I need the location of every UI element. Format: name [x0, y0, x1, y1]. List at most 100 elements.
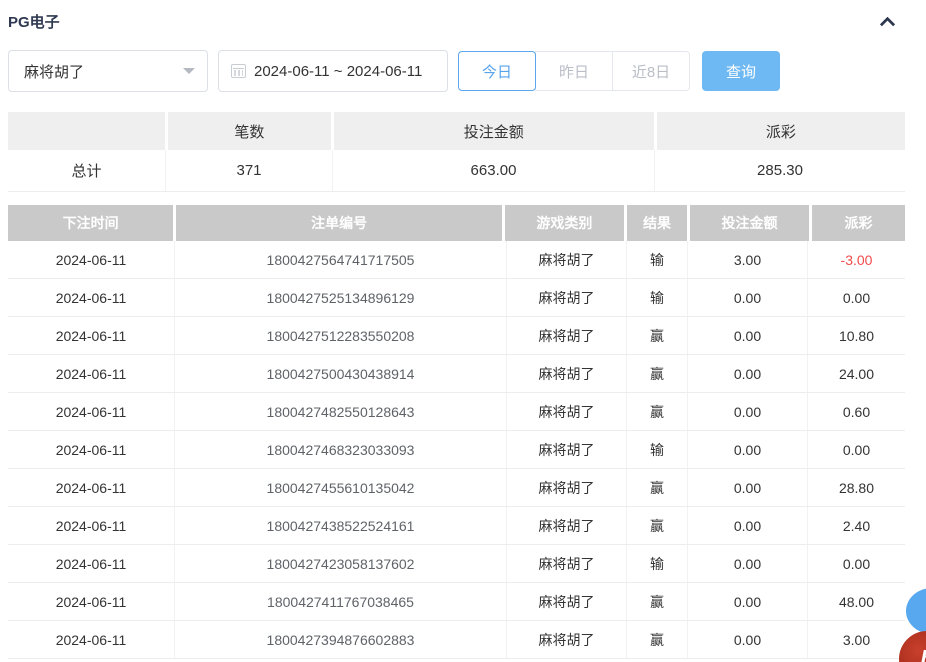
summary-header-count: 笔数: [168, 112, 331, 150]
cell-order-no: 1800427500430438914: [175, 355, 507, 392]
cell-order-no: 1800427525134896129: [175, 279, 507, 316]
col-header-game-type: 游戏类别: [505, 205, 624, 241]
cell-bet-amount: 0.00: [688, 469, 808, 506]
cell-bet-time: 2024-06-11: [8, 317, 175, 354]
cell-result: 输: [627, 431, 688, 468]
cell-result: 赢: [627, 621, 688, 658]
cell-result: 赢: [627, 393, 688, 430]
cell-game-type: 麻将胡了: [507, 545, 627, 582]
cell-game-type: 麻将胡了: [507, 621, 627, 658]
cell-order-no: 1800427468323033093: [175, 431, 507, 468]
cell-payout: 10.80: [808, 317, 905, 354]
cell-bet-time: 2024-06-11: [8, 507, 175, 544]
cell-bet-time: 2024-06-11: [8, 583, 175, 620]
cell-payout: 0.00: [808, 279, 905, 316]
cell-bet-amount: 0.00: [688, 431, 808, 468]
game-select[interactable]: 麻将胡了: [8, 50, 208, 92]
cell-result: 赢: [627, 355, 688, 392]
cell-game-type: 麻将胡了: [507, 431, 627, 468]
quick-range-group: 今日 昨日 近8日: [458, 51, 690, 91]
chevron-up-icon: [879, 16, 895, 32]
cell-bet-amount: 0.00: [688, 545, 808, 582]
records-header-row: 下注时间 注单编号 游戏类别 结果 投注金额 派彩: [8, 205, 905, 241]
cell-bet-amount: 0.00: [688, 583, 808, 620]
summary-header-blank: [8, 112, 165, 150]
calendar-icon: [231, 64, 246, 78]
cell-payout: 0.60: [808, 393, 905, 430]
cell-game-type: 麻将胡了: [507, 469, 627, 506]
cell-result: 输: [627, 279, 688, 316]
cell-order-no: 1800427423058137602: [175, 545, 507, 582]
filter-bar: 麻将胡了 2024-06-11 ~ 2024-06-11 今日 昨日 近8日 查…: [8, 50, 926, 92]
cell-bet-amount: 0.00: [688, 355, 808, 392]
cell-payout: 0.00: [808, 431, 905, 468]
col-header-bet-amount: 投注金额: [690, 205, 809, 241]
table-row: 2024-06-11 1800427564741717505 麻将胡了 输 3.…: [8, 241, 905, 279]
cell-bet-time: 2024-06-11: [8, 279, 175, 316]
cell-bet-time: 2024-06-11: [8, 469, 175, 506]
cell-bet-time: 2024-06-11: [8, 431, 175, 468]
col-header-result: 结果: [627, 205, 687, 241]
col-header-order-no: 注单编号: [176, 205, 502, 241]
cell-order-no: 1800427394876602883: [175, 621, 507, 658]
page-title: PG电子: [8, 11, 60, 32]
today-button[interactable]: 今日: [458, 51, 536, 91]
cell-bet-amount: 0.00: [688, 279, 808, 316]
table-row: 2024-06-11 1800427423058137602 麻将胡了 输 0.…: [8, 545, 905, 583]
cell-game-type: 麻将胡了: [507, 317, 627, 354]
cell-payout: 48.00: [808, 583, 905, 620]
cell-payout: 28.80: [808, 469, 905, 506]
cell-order-no: 1800427411767038465: [175, 583, 507, 620]
table-row: 2024-06-11 1800427411767038465 麻将胡了 赢 0.…: [8, 583, 905, 621]
cell-game-type: 麻将胡了: [507, 507, 627, 544]
cell-bet-time: 2024-06-11: [8, 355, 175, 392]
yesterday-button[interactable]: 昨日: [535, 51, 613, 91]
cell-game-type: 麻将胡了: [507, 241, 627, 278]
table-row: 2024-06-11 1800427500430438914 麻将胡了 赢 0.…: [8, 355, 905, 393]
summary-header-payout: 派彩: [657, 112, 905, 150]
cell-payout: 0.00: [808, 545, 905, 582]
table-row: 2024-06-11 1800427394876602883 麻将胡了 赢 0.…: [8, 621, 905, 659]
summary-total-row: 总计 371 663.00 285.30: [8, 150, 905, 192]
cell-bet-time: 2024-06-11: [8, 241, 175, 278]
pg-records-panel: PG电子 麻将胡了 2024-06-11 ~ 2024-06-11 今日 昨日 …: [0, 0, 926, 662]
date-range-value: 2024-06-11 ~ 2024-06-11: [254, 63, 422, 80]
cell-game-type: 麻将胡了: [507, 393, 627, 430]
records-table-body: 2024-06-11 1800427564741717505 麻将胡了 输 3.…: [8, 241, 905, 659]
collapse-panel-button[interactable]: [876, 12, 898, 30]
query-button[interactable]: 查询: [702, 51, 780, 91]
summary-header-bet-amount: 投注金额: [334, 112, 654, 150]
brand-logo-icon: b: [920, 646, 926, 662]
cell-order-no: 1800427438522524161: [175, 507, 507, 544]
cell-order-no: 1800427512283550208: [175, 317, 507, 354]
cell-result: 输: [627, 545, 688, 582]
cell-order-no: 1800427455610135042: [175, 469, 507, 506]
chat-float-button[interactable]: [906, 588, 926, 634]
cell-result: 赢: [627, 507, 688, 544]
table-row: 2024-06-11 1800427455610135042 麻将胡了 赢 0.…: [8, 469, 905, 507]
cell-order-no: 1800427564741717505: [175, 241, 507, 278]
summary-header-row: 笔数 投注金额 派彩: [8, 112, 905, 150]
cell-result: 赢: [627, 469, 688, 506]
cell-bet-amount: 0.00: [688, 317, 808, 354]
panel-header: PG电子: [0, 0, 926, 30]
summary-total-count: 371: [166, 150, 333, 191]
cell-result: 赢: [627, 583, 688, 620]
cell-result: 赢: [627, 317, 688, 354]
date-range-input[interactable]: 2024-06-11 ~ 2024-06-11: [218, 50, 448, 92]
records-table: 下注时间 注单编号 游戏类别 结果 投注金额 派彩 2024-06-11 180…: [8, 205, 905, 659]
cell-bet-amount: 0.00: [688, 393, 808, 430]
cell-result: 输: [627, 241, 688, 278]
cell-game-type: 麻将胡了: [507, 583, 627, 620]
table-row: 2024-06-11 1800427438522524161 麻将胡了 赢 0.…: [8, 507, 905, 545]
col-header-bet-time: 下注时间: [8, 205, 173, 241]
last8days-button[interactable]: 近8日: [612, 51, 690, 91]
summary-table: 笔数 投注金额 派彩 总计 371 663.00 285.30: [8, 112, 905, 192]
cell-bet-time: 2024-06-11: [8, 393, 175, 430]
game-select-value: 麻将胡了: [24, 61, 84, 82]
cell-bet-time: 2024-06-11: [8, 621, 175, 658]
summary-total-bet-amount: 663.00: [333, 150, 655, 191]
cell-game-type: 麻将胡了: [507, 279, 627, 316]
summary-total-payout: 285.30: [655, 150, 905, 191]
cell-bet-amount: 0.00: [688, 507, 808, 544]
